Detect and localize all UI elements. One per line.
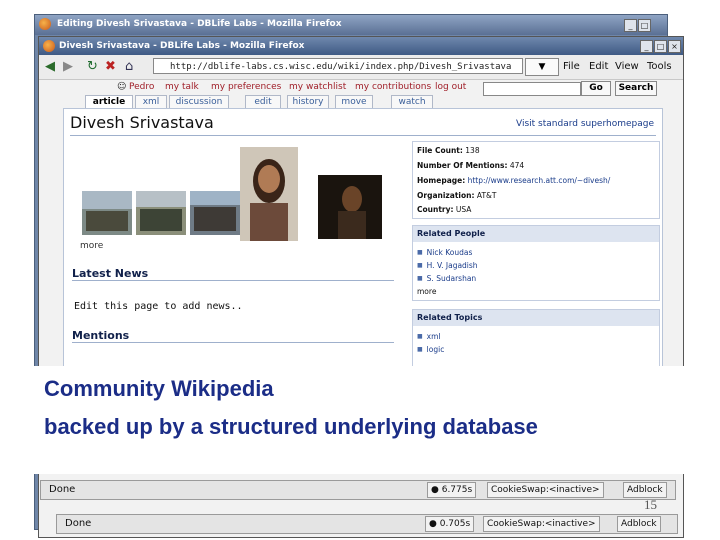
related-people-box: Related People Nick Koudas H. V. Jagadis… xyxy=(412,225,660,301)
related-people-more-link[interactable]: more xyxy=(417,287,436,296)
load-time-value: 6.775s xyxy=(441,485,473,495)
portrait-photo[interactable] xyxy=(240,147,298,241)
related-person-item[interactable]: Nick Koudas xyxy=(417,248,473,257)
menu-tools[interactable]: Tools xyxy=(647,61,672,72)
tab-history[interactable]: history xyxy=(287,95,329,108)
minimize-icon[interactable]: _ xyxy=(624,19,637,32)
organization-label: Organization: xyxy=(417,191,475,200)
group-photos[interactable] xyxy=(82,191,242,239)
cookieswap-status[interactable]: CookieSwap:<inactive> xyxy=(483,516,600,532)
homepage-link[interactable]: http://www.research.att.com/~divesh/ xyxy=(468,176,611,185)
related-topics-heading: Related Topics xyxy=(413,310,659,326)
user-link-preferences[interactable]: my preferences xyxy=(211,82,281,92)
load-time: ● 6.775s xyxy=(427,482,477,498)
status-bar-back: Done ● 6.775s CookieSwap:<inactive> Adbl… xyxy=(40,480,676,500)
maximize-icon[interactable]: □ xyxy=(654,40,667,53)
tab-edit[interactable]: edit xyxy=(245,95,281,108)
search-input[interactable] xyxy=(483,82,581,96)
facts-box: File Count: 138 Number Of Mentions: 474 … xyxy=(412,141,660,219)
adblock-button[interactable]: Adblock xyxy=(617,516,661,532)
file-count-row: File Count: 138 xyxy=(417,146,480,155)
user-link-log-out[interactable]: log out xyxy=(435,82,466,92)
url-go-button[interactable]: ▼ xyxy=(525,58,559,76)
country-value: USA xyxy=(455,205,472,214)
status-bar-front: Done ● 0.705s CookieSwap:<inactive> Adbl… xyxy=(56,514,678,534)
mentions-value: 474 xyxy=(509,161,525,170)
tab-watch[interactable]: watch xyxy=(391,95,433,108)
homepage-label: Homepage: xyxy=(417,176,466,185)
tab-xml[interactable]: xml xyxy=(135,95,167,108)
window-title: Divesh Srivastava - DBLife Labs - Mozill… xyxy=(59,41,305,51)
mentions-heading: Mentions xyxy=(72,329,394,343)
firefox-icon xyxy=(43,40,55,52)
editing-window-titlebar[interactable]: Editing Divesh Srivastava - DBLife Labs … xyxy=(35,15,667,35)
article-content: Divesh Srivastava Visit standard superho… xyxy=(63,108,663,410)
wiki-top-bar: ☺ Pedro my talk my preferences my watchl… xyxy=(39,80,683,109)
organization-value: AT&T xyxy=(476,191,497,200)
news-placeholder-text: Edit this page to add news.. xyxy=(74,301,243,312)
organization-row: Organization: AT&T xyxy=(417,191,496,200)
cookieswap-status[interactable]: CookieSwap:<inactive> xyxy=(487,482,604,498)
home-icon[interactable]: ⌂ xyxy=(125,59,133,74)
load-time-value: 0.705s xyxy=(439,519,471,529)
country-label: Country: xyxy=(417,205,454,214)
editing-window-title: Editing Divesh Srivastava - DBLife Labs … xyxy=(57,19,342,29)
window-titlebar[interactable]: Divesh Srivastava - DBLife Labs - Mozill… xyxy=(39,37,683,55)
go-button[interactable]: Go xyxy=(581,81,611,96)
caption-line-2: backed up by a structured underlying dat… xyxy=(44,414,538,439)
user-link-watchlist[interactable]: my watchlist xyxy=(289,82,346,92)
related-person-item[interactable]: S. Sudarshan xyxy=(417,274,477,283)
maximize-icon[interactable]: □ xyxy=(638,19,651,32)
speaker-photo[interactable] xyxy=(318,175,382,239)
title-divider xyxy=(70,135,656,136)
related-people-heading: Related People xyxy=(413,226,659,242)
file-count-value: 138 xyxy=(465,146,480,155)
file-count-label: File Count: xyxy=(417,146,463,155)
related-topic-item[interactable]: xml xyxy=(417,332,441,341)
adblock-button[interactable]: Adblock xyxy=(623,482,667,498)
menu-edit[interactable]: Edit xyxy=(589,61,608,72)
mentions-row: Number Of Mentions: 474 xyxy=(417,161,524,170)
latest-news-heading: Latest News xyxy=(72,267,394,281)
tab-discussion[interactable]: discussion xyxy=(169,95,229,108)
forward-arrow-icon[interactable]: ▶ xyxy=(63,59,73,74)
related-topic-item[interactable]: logic xyxy=(417,345,445,354)
back-arrow-icon[interactable]: ◀ xyxy=(45,59,55,74)
user-icon: ☺ xyxy=(117,82,127,92)
menu-view[interactable]: View xyxy=(615,61,639,72)
homepage-row: Homepage: http://www.research.att.com/~d… xyxy=(417,176,610,185)
status-done-text: Done xyxy=(65,518,92,529)
related-person-item[interactable]: H. V. Jagadish xyxy=(417,261,478,270)
firefox-icon xyxy=(39,18,51,30)
stop-icon[interactable]: ✖ xyxy=(105,59,116,74)
status-done-text: Done xyxy=(49,484,76,495)
close-icon[interactable]: × xyxy=(668,40,681,53)
country-row: Country: USA xyxy=(417,205,471,214)
minimize-icon[interactable]: _ xyxy=(640,40,653,53)
tab-move[interactable]: move xyxy=(335,95,373,108)
page-title: Divesh Srivastava xyxy=(70,113,214,132)
load-time: ● 0.705s xyxy=(425,516,475,532)
more-photos-link[interactable]: more xyxy=(80,241,103,251)
menu-file[interactable]: File xyxy=(563,61,580,72)
mentions-label: Number Of Mentions: xyxy=(417,161,508,170)
user-link-pedro[interactable]: Pedro xyxy=(129,82,154,92)
user-link-my-talk[interactable]: my talk xyxy=(165,82,199,92)
slide-page-number: 15 xyxy=(644,497,657,512)
tab-article[interactable]: article xyxy=(85,95,133,109)
user-link-contributions[interactable]: my contributions xyxy=(355,82,431,92)
visit-superhomepage-link[interactable]: Visit standard superhomepage xyxy=(516,119,654,129)
url-bar[interactable]: http://dblife-labs.cs.wisc.edu/wiki/inde… xyxy=(153,58,523,74)
search-button[interactable]: Search xyxy=(615,81,657,96)
navigation-toolbar: ◀ ▶ ↻ ✖ ⌂ http://dblife-labs.cs.wisc.edu… xyxy=(39,55,683,80)
caption-line-1: Community Wikipedia xyxy=(44,376,274,401)
reload-icon[interactable]: ↻ xyxy=(87,59,98,74)
